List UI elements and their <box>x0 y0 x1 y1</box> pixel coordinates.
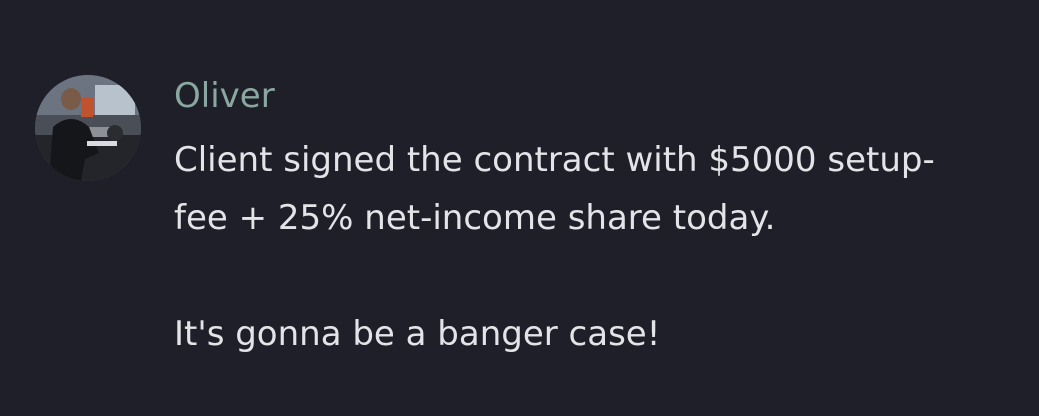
chat-message: Oliver Client signed the contract with $… <box>0 0 1039 416</box>
message-body: Client signed the contract with $5000 se… <box>174 131 1024 363</box>
message-line: fee + 25% net-income share today. <box>174 198 776 238</box>
message-line: It's gonna be a banger case! <box>174 314 661 354</box>
profile-photo-icon <box>35 75 141 181</box>
avatar[interactable] <box>35 75 141 181</box>
message-line: Client signed the contract with $5000 se… <box>174 140 935 180</box>
author-name[interactable]: Oliver <box>174 72 275 120</box>
